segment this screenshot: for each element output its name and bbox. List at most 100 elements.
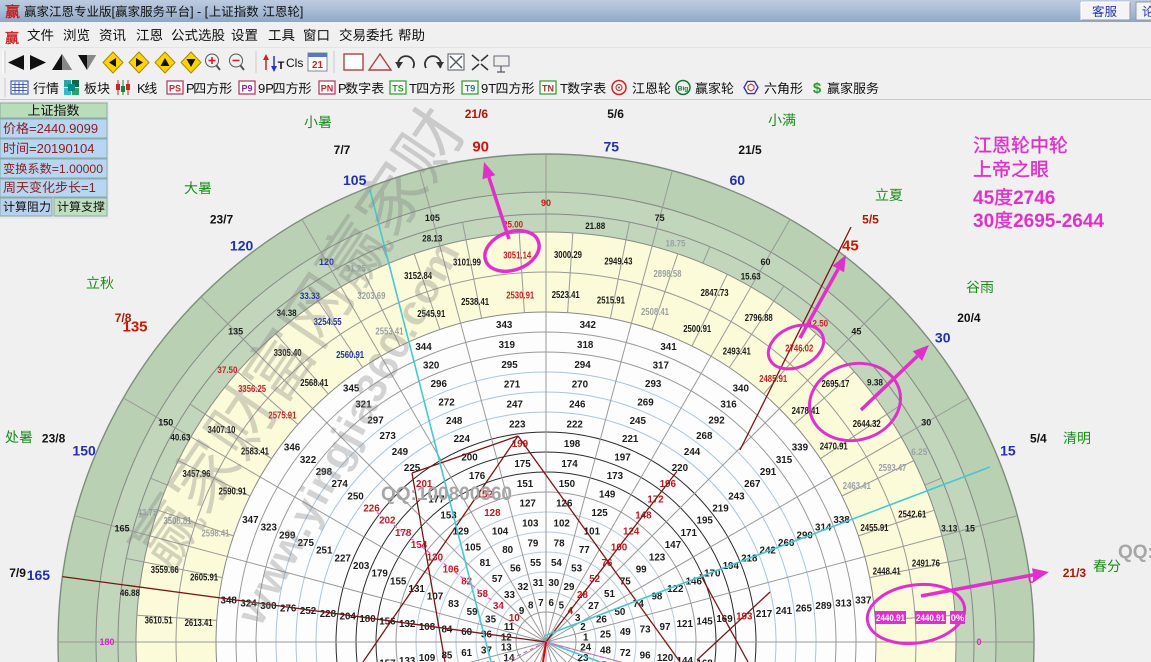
- svg-text:2538.41: 2538.41: [461, 297, 489, 308]
- svg-text:195: 195: [697, 516, 714, 527]
- svg-text:127: 127: [520, 499, 537, 510]
- svg-text:296: 296: [431, 379, 448, 390]
- svg-text:273: 273: [380, 431, 397, 442]
- svg-text:175: 175: [514, 459, 531, 470]
- svg-text:198: 198: [564, 439, 581, 450]
- svg-text:80: 80: [502, 545, 513, 556]
- svg-text:25: 25: [600, 630, 611, 641]
- svg-text:221: 221: [622, 434, 639, 445]
- svg-text:2644.32: 2644.32: [853, 419, 881, 430]
- svg-text:2440.91: 2440.91: [916, 613, 946, 624]
- svg-text:2898.58: 2898.58: [654, 269, 682, 280]
- svg-text:180: 180: [359, 614, 376, 625]
- svg-text:QQ:10: QQ:10: [1118, 542, 1151, 563]
- svg-text:174: 174: [561, 459, 578, 470]
- svg-text:=20190104: =20190104: [29, 141, 94, 156]
- svg-text:2463.41: 2463.41: [843, 481, 871, 492]
- svg-text:243: 243: [728, 491, 745, 502]
- svg-text:102: 102: [554, 519, 571, 530]
- svg-text:135: 135: [228, 327, 243, 337]
- svg-text:157: 157: [379, 658, 396, 662]
- svg-text:180: 180: [99, 637, 114, 647]
- svg-text:37.50: 37.50: [217, 365, 237, 375]
- svg-text:165: 165: [114, 523, 129, 533]
- svg-text:2493.41: 2493.41: [723, 347, 751, 358]
- svg-text:197: 197: [614, 453, 631, 464]
- svg-text:155: 155: [390, 576, 407, 587]
- svg-text:78: 78: [554, 538, 565, 549]
- svg-text:217: 217: [756, 609, 773, 620]
- svg-text:317: 317: [653, 360, 670, 371]
- svg-text:P9: P9: [241, 84, 252, 94]
- svg-text:104: 104: [492, 527, 509, 538]
- svg-text:7: 7: [538, 598, 544, 609]
- svg-text:T: T: [560, 81, 568, 96]
- svg-text:292: 292: [708, 415, 725, 426]
- svg-text:267: 267: [744, 479, 761, 490]
- svg-text:203: 203: [353, 561, 370, 572]
- svg-text:105: 105: [425, 213, 440, 223]
- svg-text:2695.17: 2695.17: [822, 379, 850, 390]
- svg-text:150: 150: [559, 479, 576, 490]
- svg-text:53: 53: [571, 564, 582, 575]
- svg-text:30: 30: [973, 211, 994, 232]
- svg-text:2796.88: 2796.88: [745, 313, 773, 324]
- svg-text:7/9: 7/9: [9, 566, 26, 580]
- svg-text:79: 79: [527, 538, 538, 549]
- svg-text:318: 318: [577, 340, 594, 351]
- svg-text:223: 223: [509, 419, 526, 430]
- svg-text:32: 32: [518, 582, 529, 593]
- svg-text:59: 59: [467, 607, 478, 618]
- svg-text:0: 0: [976, 637, 981, 647]
- svg-text:84: 84: [441, 624, 452, 635]
- svg-text:20/4: 20/4: [957, 311, 981, 325]
- svg-text:339: 339: [792, 443, 809, 454]
- svg-text:340: 340: [733, 384, 750, 395]
- svg-text:7/7: 7/7: [334, 143, 351, 157]
- svg-text:23/7: 23/7: [210, 213, 234, 227]
- svg-text:2542.61: 2542.61: [898, 510, 926, 521]
- svg-text:97: 97: [660, 622, 671, 633]
- svg-text:246: 246: [569, 400, 586, 411]
- svg-text:T: T: [409, 81, 417, 96]
- svg-text:2491.76: 2491.76: [912, 559, 940, 570]
- svg-text:2568.41: 2568.41: [300, 378, 328, 389]
- svg-text:171: 171: [681, 528, 698, 539]
- svg-text:319: 319: [499, 340, 516, 351]
- svg-text:173: 173: [607, 471, 624, 482]
- svg-text:120: 120: [657, 653, 674, 662]
- svg-text:9P: 9P: [258, 81, 274, 96]
- svg-text:103: 103: [522, 519, 539, 530]
- svg-text:196: 196: [660, 479, 677, 490]
- svg-text:21/6: 21/6: [465, 107, 489, 121]
- svg-text:2500.91: 2500.91: [683, 324, 711, 335]
- svg-text:150: 150: [72, 443, 96, 459]
- svg-text:49: 49: [620, 627, 631, 638]
- svg-text:224: 224: [454, 434, 471, 445]
- svg-text:18.75: 18.75: [666, 239, 686, 249]
- svg-text:178: 178: [395, 528, 412, 539]
- svg-text:272: 272: [438, 397, 455, 408]
- svg-text:9.38: 9.38: [867, 378, 883, 388]
- svg-text:269: 269: [637, 397, 654, 408]
- svg-text:PN: PN: [321, 84, 334, 94]
- svg-text:202: 202: [379, 516, 396, 527]
- svg-text:241: 241: [776, 606, 793, 617]
- svg-text:219: 219: [712, 504, 729, 515]
- svg-text:2523.41: 2523.41: [552, 290, 580, 301]
- svg-text:315: 315: [776, 455, 793, 466]
- svg-text:8: 8: [528, 601, 534, 612]
- svg-text:227: 227: [335, 553, 352, 564]
- svg-text:29: 29: [564, 582, 575, 593]
- svg-text:15: 15: [1000, 443, 1016, 459]
- svg-text:151: 151: [517, 479, 534, 490]
- svg-text:2515.91: 2515.91: [597, 296, 625, 307]
- svg-text:21.88: 21.88: [585, 221, 605, 231]
- svg-text:45: 45: [842, 237, 859, 254]
- svg-text:48: 48: [600, 645, 611, 656]
- svg-text:343: 343: [496, 320, 513, 331]
- svg-text:149: 149: [599, 490, 616, 501]
- svg-text:60: 60: [760, 257, 770, 267]
- svg-text:105: 105: [465, 542, 482, 553]
- svg-text:313: 313: [835, 598, 852, 609]
